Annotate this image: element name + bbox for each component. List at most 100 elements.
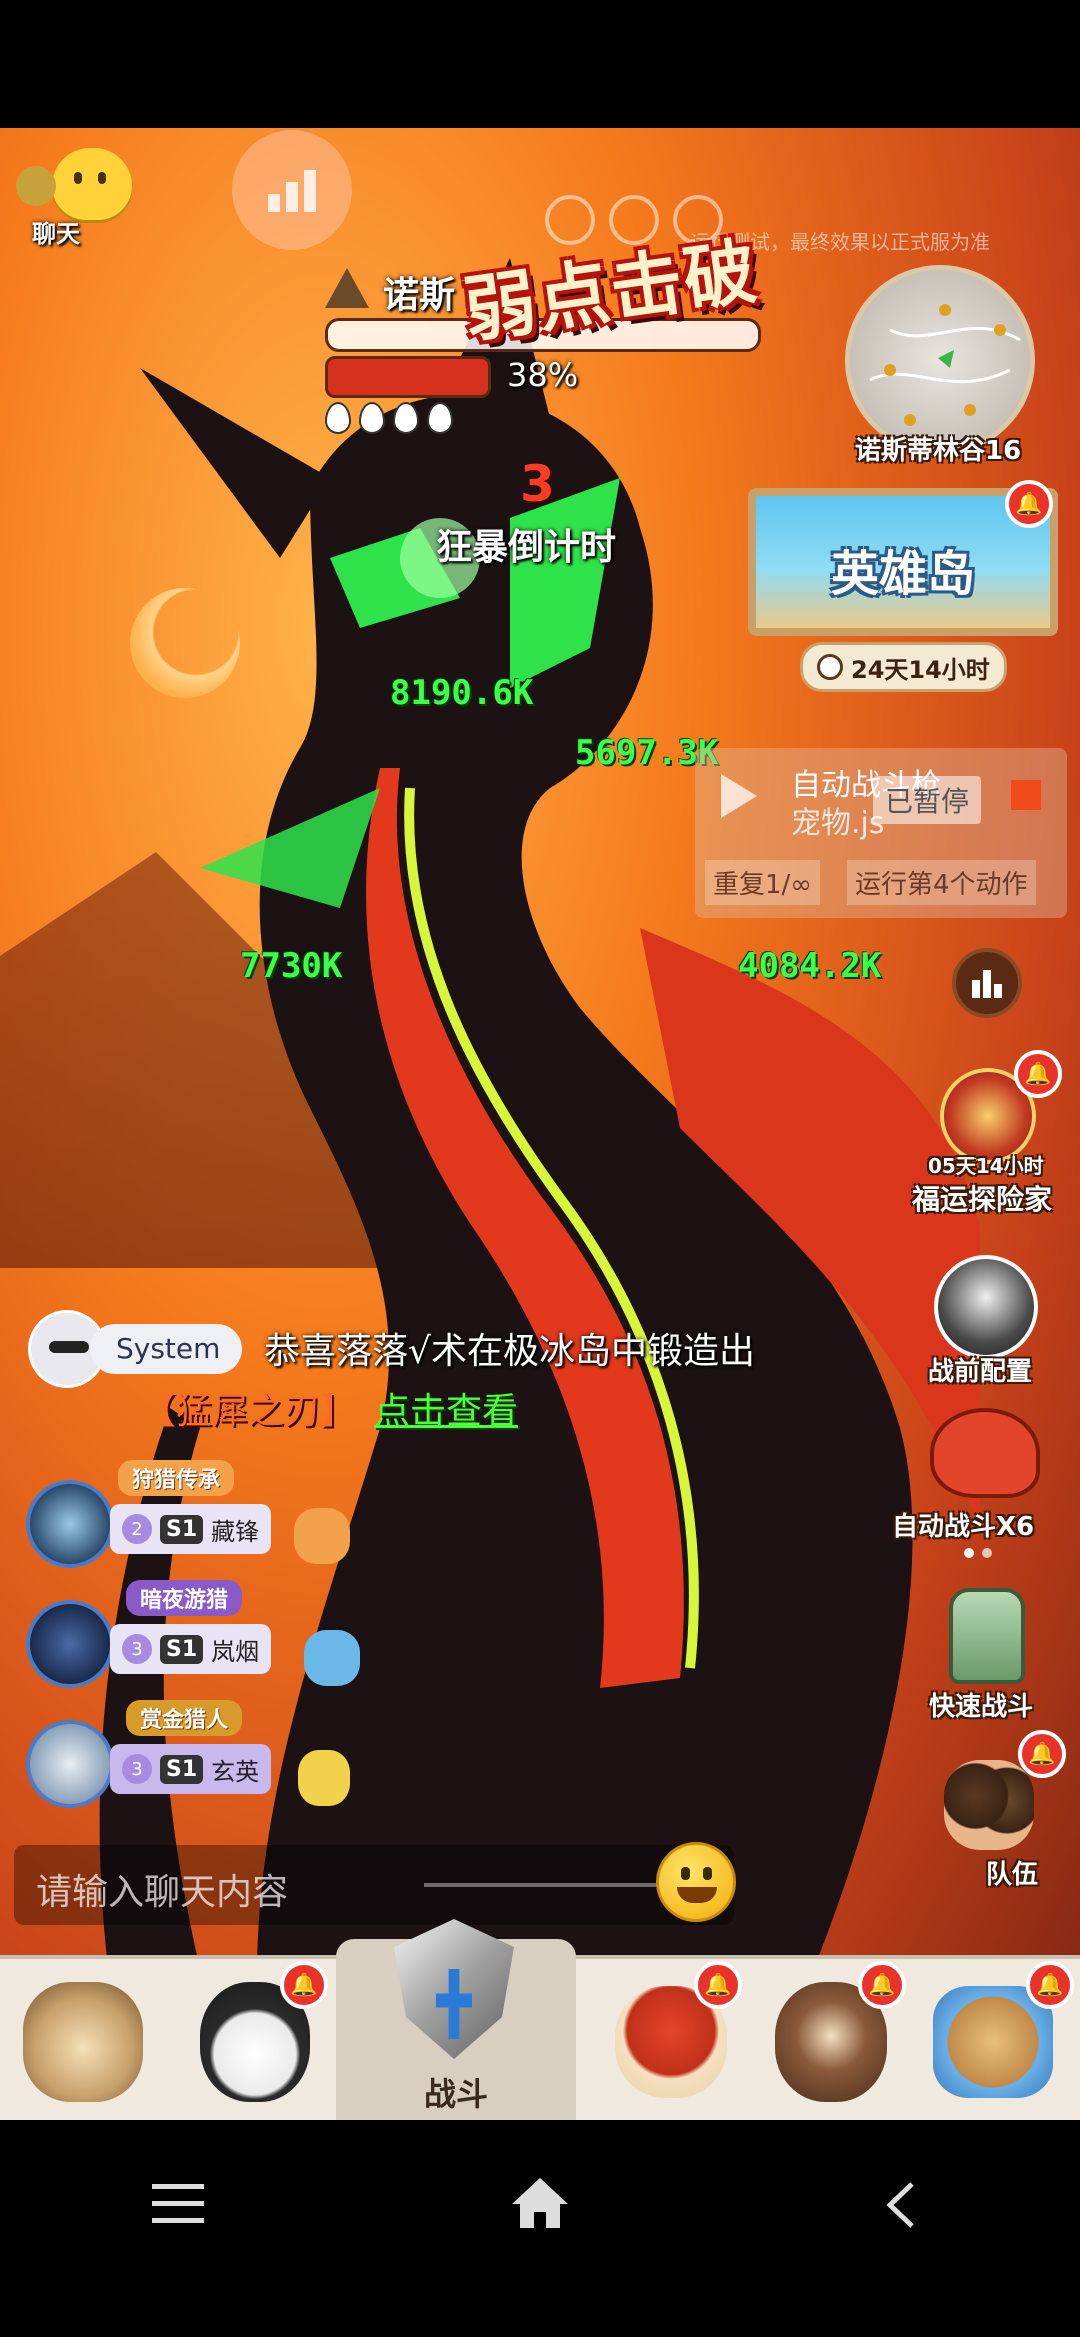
notification-badge: 🔔	[694, 1961, 742, 2009]
page-dots	[964, 1548, 992, 1558]
back-icon[interactable]	[880, 2180, 920, 2230]
damage-number: 4084.2K	[738, 946, 882, 986]
stats-button[interactable]	[232, 130, 352, 250]
season-badge: S1	[160, 1514, 204, 1544]
player-name: 藏锋	[211, 1517, 260, 1546]
notification-badge: 🔔	[280, 1961, 328, 2009]
script-step: 运行第4个动作	[847, 860, 1036, 905]
chat-input[interactable]: 请输入聊天内容	[14, 1845, 734, 1925]
auto-battle-button[interactable]: 自动战斗X6	[890, 1400, 1070, 1560]
ranking-button[interactable]	[952, 948, 1022, 1018]
system-message-text: 恭喜落落√术在极冰岛中锻造出	[264, 1331, 755, 1372]
buffalo-hero-icon	[23, 1982, 143, 2102]
damage-number: 8190.6K	[390, 673, 534, 713]
chat-face-icon	[52, 148, 132, 220]
player-name: 岚烟	[211, 1637, 260, 1666]
hero-island-timer: 24天14小时	[800, 642, 1007, 692]
pet-icon	[298, 1750, 350, 1806]
tab-character[interactable]: 🔔	[180, 1961, 330, 2117]
player-tier: 3 S1 岚烟	[110, 1624, 272, 1674]
boss-rank-icon	[325, 268, 369, 308]
player-entry[interactable]: 赏金猎人 3 S1 玄英	[22, 1700, 362, 1820]
pet-icon	[294, 1508, 350, 1564]
emoji-button[interactable]	[656, 1842, 736, 1922]
system-message-item: 【猛犀之刃】	[140, 1391, 357, 1432]
quick-battle-label: 快速战斗	[929, 1692, 1034, 1722]
script-name-line2: 宠物.js	[791, 806, 885, 841]
player-level: 2	[122, 1514, 152, 1544]
menu-icon[interactable]	[152, 2180, 208, 2228]
auto-script-panel[interactable]: 自动战斗枪 宠物.js 已暂停 重复1/∞ 运行第4个动作	[695, 748, 1067, 918]
notification-badge: 🔔	[858, 1961, 906, 2009]
player-level: 3	[122, 1754, 152, 1784]
hero-island-title: 英雄岛	[830, 546, 975, 602]
season-badge: S1	[160, 1634, 204, 1664]
life-drop-icon	[427, 402, 453, 434]
red-dino-icon	[930, 1408, 1040, 1498]
tab-pets[interactable]: 🔔	[596, 1961, 746, 2117]
bottom-tab-bar: 🔔 战斗 🔔 🔔 🔔	[0, 1919, 1080, 2124]
system-sender-badge: System	[90, 1324, 243, 1374]
tab-battle[interactable]: 战斗	[336, 1919, 576, 2124]
stop-button[interactable]	[1011, 780, 1041, 810]
chat-label: 聊天	[32, 220, 80, 248]
player-tier: 3 S1 玄英	[110, 1744, 272, 1794]
player-title: 狩猎传承	[118, 1460, 235, 1496]
player-avatar	[26, 1480, 114, 1568]
minimap-location: 诺斯蒂林谷16	[855, 436, 1022, 466]
player-avatar	[26, 1720, 114, 1808]
minimap-paths	[869, 304, 1021, 426]
player-title: 赏金猎人	[126, 1700, 243, 1736]
rage-countdown-number: 3	[520, 455, 555, 513]
wolf-avatar-icon	[934, 1255, 1038, 1359]
notification-badge: 🔔	[1018, 1730, 1066, 1778]
chat-input-placeholder: 请输入聊天内容	[36, 1872, 289, 1913]
fortune-label: 福运探险家	[912, 1183, 1053, 1216]
life-drop-icon	[359, 402, 385, 434]
home-icon[interactable]	[512, 2178, 568, 2230]
system-nav-bar	[0, 2120, 1080, 2337]
boss-name: 诺斯	[383, 275, 456, 316]
system-message[interactable]: System 恭喜落落√术在极冰岛中锻造出 【猛犀之刃】 点击查看	[28, 1310, 848, 1440]
script-status: 已暂停	[873, 776, 982, 824]
play-icon[interactable]	[721, 774, 757, 818]
boss-hp-percent: 38%	[507, 356, 579, 394]
fortune-timer: 05天14小时	[928, 1154, 1044, 1178]
notification-badge: 🔔	[1014, 1050, 1062, 1098]
player-tier: 2 S1 藏锋	[110, 1504, 272, 1554]
view-link[interactable]: 点击查看	[374, 1382, 518, 1434]
script-repeat: 重复1/∞	[705, 860, 820, 905]
chat-button[interactable]: 聊天	[12, 148, 132, 248]
life-drop-icon	[325, 402, 351, 434]
player-name: 玄英	[211, 1757, 260, 1786]
auto-battle-label: 自动战斗X6	[892, 1512, 1035, 1542]
boss-lives	[325, 402, 453, 434]
rage-countdown-label: 狂暴倒计时	[436, 527, 617, 568]
hero-island-timer-text: 24天14小时	[851, 655, 990, 684]
prebattle-config-button[interactable]: 战前配置	[910, 1255, 1070, 1387]
chat-input-underline	[424, 1883, 664, 1887]
quick-battle-button[interactable]: 快速战斗	[905, 1580, 1065, 1722]
bar-chart-icon	[268, 170, 316, 212]
player-entry[interactable]: 狩猎传承 2 S1 藏锋	[22, 1460, 362, 1580]
prebattle-label: 战前配置	[928, 1357, 1033, 1387]
player-avatar	[26, 1600, 114, 1688]
status-bar	[0, 0, 1080, 128]
tab-guild[interactable]: 🔔	[918, 1961, 1074, 2117]
team-characters-icon	[944, 1760, 1034, 1850]
fortune-explorer-button[interactable]: 🔔 05天14小时 福运探险家	[900, 1050, 1070, 1220]
team-button[interactable]: 🔔 队伍	[930, 1730, 1070, 1890]
clock-icon	[817, 654, 843, 680]
pet-icon	[304, 1630, 360, 1686]
damage-number: 7730K	[240, 946, 343, 986]
player-entry[interactable]: 暗夜游猎 3 S1 岚烟	[22, 1580, 362, 1700]
podium-icon	[972, 970, 1002, 998]
tab-battle-label: 战斗	[423, 2075, 488, 2113]
tab-hero[interactable]	[8, 1967, 158, 2117]
season-badge: S1	[160, 1754, 204, 1784]
team-label: 队伍	[986, 1860, 1039, 1890]
tab-shop[interactable]: 🔔	[756, 1961, 906, 2117]
boss-hp-bar	[325, 356, 491, 398]
minimap[interactable]	[845, 265, 1035, 455]
life-drop-icon	[393, 402, 419, 434]
